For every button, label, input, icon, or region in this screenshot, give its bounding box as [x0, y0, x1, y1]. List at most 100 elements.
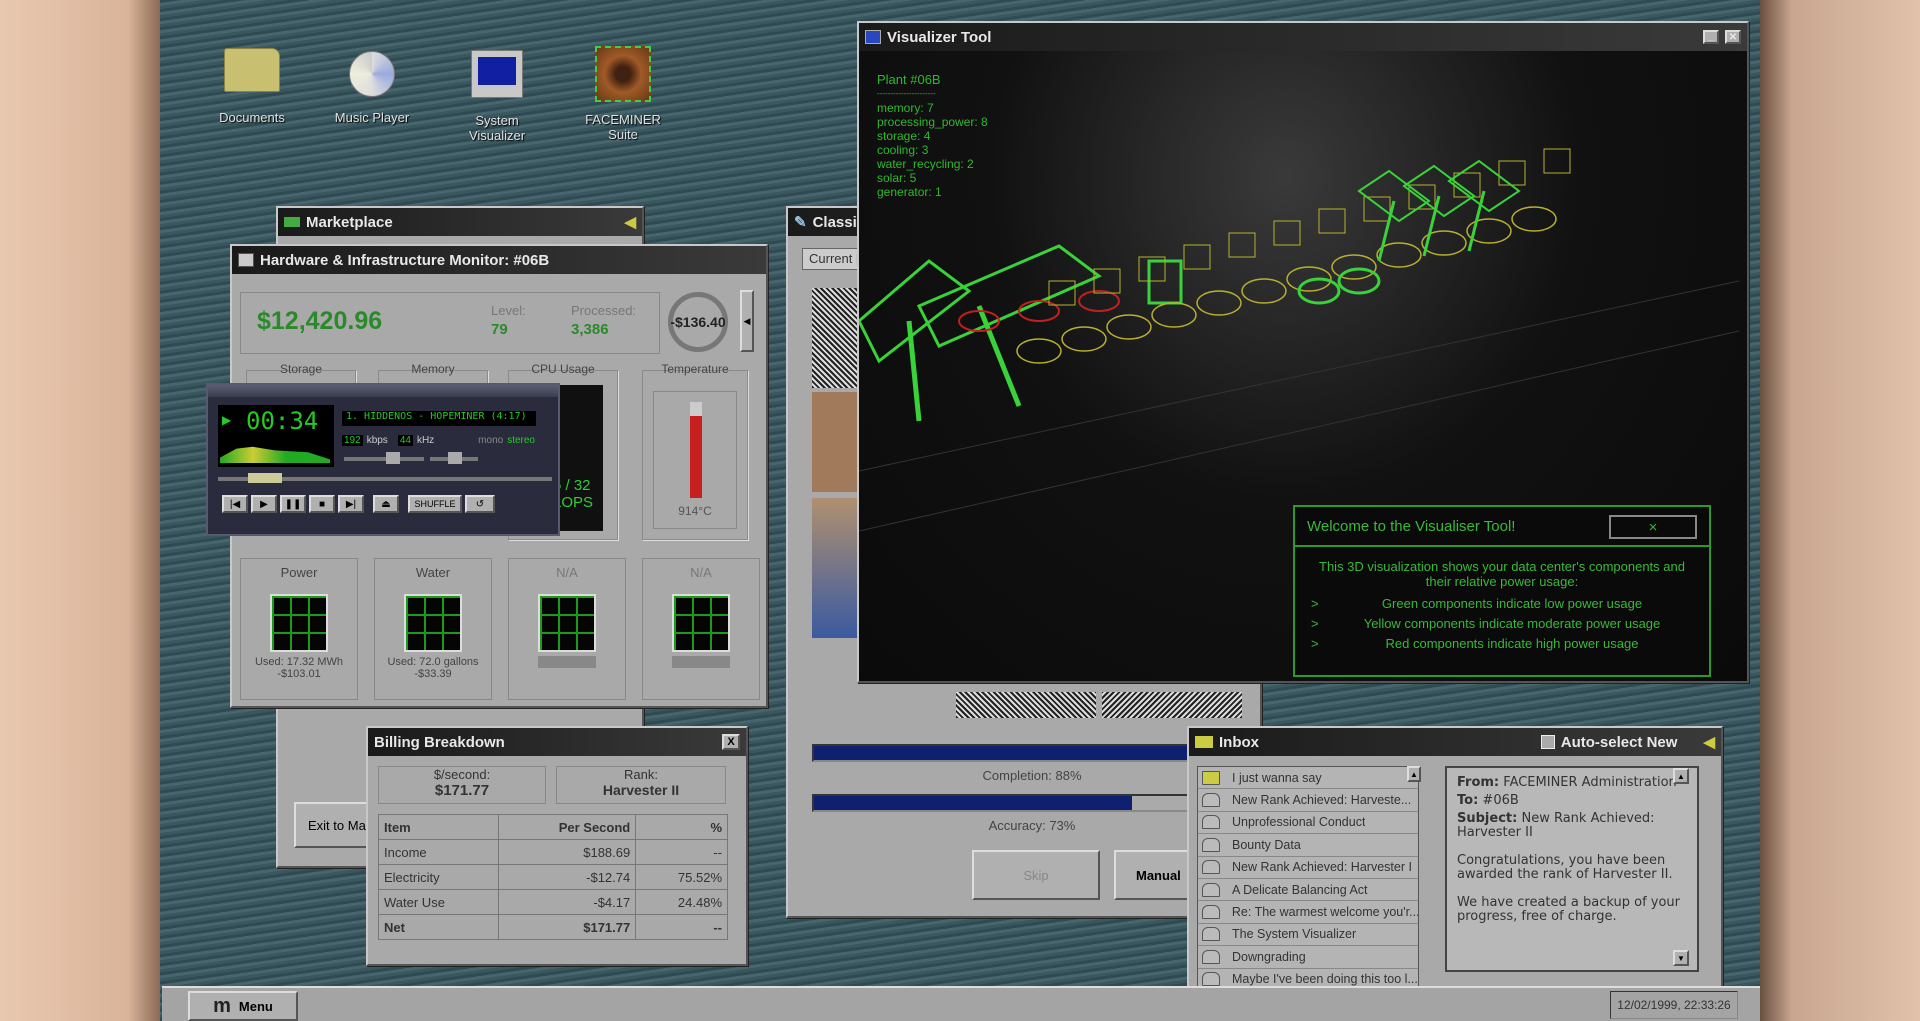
bitrate-info: 192 kbps 44 kHz mono stereo — [342, 435, 535, 446]
monitor-titlebar[interactable]: Hardware & Infrastructure Monitor: #06B — [232, 246, 766, 274]
moderate-power-component — [1151, 302, 1197, 328]
visualizer-titlebar[interactable]: Visualizer Tool _ ✕ — [859, 23, 1747, 51]
desktop-icon-faceminer-suite[interactable]: FACEMINER Suite — [573, 46, 673, 142]
legend-item: > Red components indicate high power usag… — [1311, 633, 1693, 653]
message-item[interactable]: New Rank Achieved: Harvester I — [1198, 857, 1418, 879]
skip-button[interactable]: Skip — [972, 850, 1100, 900]
pen-icon: ✎ — [794, 214, 807, 231]
cell: Water Use — [378, 889, 499, 915]
table-row-net: Net $171.77 -- — [378, 914, 728, 940]
usage-graph — [404, 594, 462, 652]
message-subject: Unprofessional Conduct — [1232, 815, 1366, 830]
cost-text: -$103.01 — [277, 668, 321, 680]
cell: -$12.74 — [497, 864, 637, 890]
message-item[interactable]: A Delicate Balancing Act — [1198, 879, 1418, 902]
welcome-close-button[interactable]: × — [1609, 515, 1697, 539]
shuffle-button[interactable]: SHUFFLE — [408, 495, 462, 513]
seek-bar[interactable] — [218, 473, 552, 483]
cell: Electricity — [378, 864, 499, 890]
transport-controls: |◀ ▶ ❚❚ ■ ▶| ⏏ SHUFFLE ↺ — [222, 495, 495, 513]
close-button[interactable]: ✕ — [1725, 30, 1741, 44]
legend-text: Green components indicate low power usag… — [1381, 595, 1643, 611]
minimize-button[interactable]: _ — [1703, 30, 1719, 44]
table-row: Electricity -$12.74 75.52% — [378, 864, 728, 890]
play-button[interactable]: ▶ — [251, 495, 277, 513]
eject-button[interactable]: ⏏ — [373, 495, 399, 513]
moderate-power-component — [1016, 338, 1062, 364]
thermometer — [690, 402, 702, 498]
level-label: Level: — [491, 303, 526, 318]
table-row: Income $188.69 -- — [378, 839, 728, 865]
repeat-button[interactable]: ↺ — [465, 495, 495, 513]
message-subject: Downgrading — [1232, 949, 1306, 964]
solar-post — [1422, 195, 1441, 257]
start-menu-button[interactable]: m Menu — [188, 991, 298, 1021]
message-item[interactable]: Downgrading — [1198, 946, 1418, 969]
high-power-component — [1078, 290, 1120, 312]
play-indicator-icon: ▶ — [222, 413, 232, 427]
rank-card: Rank: Harvester II — [556, 766, 726, 804]
legend-text: Red components indicate high power usage — [1385, 635, 1639, 651]
balance-slider[interactable] — [430, 452, 478, 464]
read-mail-icon — [1202, 837, 1220, 852]
stop-button[interactable]: ■ — [309, 495, 335, 513]
message-item[interactable]: Unprofessional Conduct — [1198, 812, 1418, 835]
collapse-button[interactable]: ◀ — [740, 290, 754, 352]
close-button[interactable]: X — [722, 734, 740, 750]
message-item[interactable]: Re: The warmest welcome you'r... — [1198, 901, 1418, 924]
previous-button[interactable]: |◀ — [222, 495, 248, 513]
message-item[interactable]: New Rank Achieved: Harveste... — [1198, 789, 1418, 812]
moderate-power-component — [1061, 326, 1107, 352]
cell: -- — [635, 914, 728, 940]
speaker-icon[interactable]: ◀ — [1703, 733, 1715, 751]
3d-viewport[interactable]: Plant #06B ---------------------- memory… — [857, 51, 1747, 681]
marketplace-titlebar[interactable]: Marketplace ◀ — [278, 208, 642, 236]
noise-image[interactable] — [812, 288, 860, 388]
message-item[interactable]: I just wanna say — [1198, 767, 1418, 790]
solar-post — [906, 320, 922, 422]
folder-icon — [224, 48, 280, 92]
auto-select-checkbox[interactable] — [1540, 735, 1555, 749]
resource-panel: N/A — [642, 558, 760, 700]
face-image[interactable] — [812, 392, 860, 492]
desktop-icon-documents[interactable]: Documents — [202, 48, 302, 125]
inbox-titlebar[interactable]: Inbox Auto-select New ◀ — [1189, 728, 1721, 756]
next-button[interactable]: ▶| — [338, 495, 364, 513]
preview-scroll-up[interactable]: ▲ — [1673, 768, 1689, 784]
message-item[interactable]: The System Visualizer — [1198, 924, 1418, 947]
bullet: > — [1311, 635, 1319, 651]
desktop-icon-music-player[interactable]: Music Player — [322, 45, 422, 125]
solar-panel — [916, 244, 1102, 348]
moderate-power-component — [1241, 278, 1287, 304]
noise-image[interactable] — [956, 692, 1096, 718]
scroll-up-button[interactable]: ▲ — [1407, 766, 1421, 782]
table-header: Item Per Second% — [378, 814, 728, 840]
cell: $171.77 — [497, 914, 637, 940]
panel-label: N/A — [690, 565, 712, 580]
table-row: Water Use -$4.17 24.48% — [378, 889, 728, 915]
player-titlebar[interactable] — [208, 385, 558, 397]
preview-scroll-down[interactable]: ▼ — [1673, 950, 1689, 966]
resource-panel: Water Used: 72.0 gallons -$33.39 — [374, 558, 492, 700]
pause-button[interactable]: ❚❚ — [280, 495, 306, 513]
cd-music-icon — [349, 51, 395, 97]
cell: Item — [378, 814, 499, 840]
speaker-icon[interactable]: ◀ — [624, 213, 636, 231]
legend-text: Yellow components indicate moderate powe… — [1363, 615, 1661, 631]
message-subject: Maybe I've been doing this too l... — [1232, 972, 1418, 987]
billing-titlebar[interactable]: Billing Breakdown X — [368, 728, 746, 756]
cell: -- — [635, 839, 728, 865]
message-item[interactable]: Bounty Data — [1198, 834, 1418, 857]
low-power-component — [1337, 267, 1381, 295]
stat-line: memory: 7 — [877, 101, 934, 115]
visualizer-window: Visualizer Tool _ ✕ Plant #06B ----------… — [857, 21, 1749, 683]
floor-line — [858, 330, 1740, 532]
moderate-power-component — [1331, 254, 1377, 280]
volume-slider[interactable] — [344, 452, 424, 464]
noise-image[interactable] — [1102, 692, 1242, 718]
stat-line: processing_power: 8 — [877, 115, 988, 129]
desktop-icon-system-visualizer[interactable]: System Visualizer — [447, 50, 547, 143]
read-mail-icon — [1202, 905, 1220, 920]
message-subject: Bounty Data — [1232, 837, 1301, 852]
clock: 12/02/1999, 22:33:26 — [1610, 991, 1738, 1019]
